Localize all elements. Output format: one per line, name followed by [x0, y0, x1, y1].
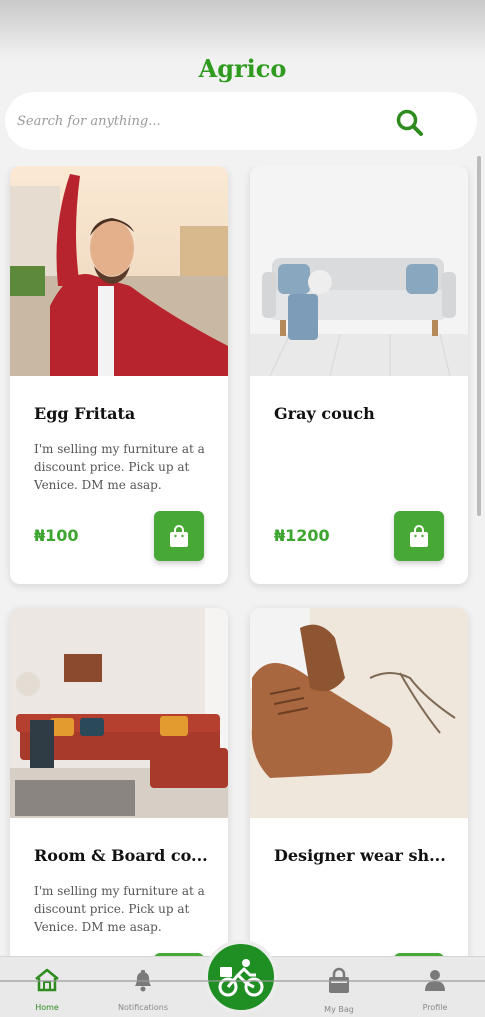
- search-icon[interactable]: [395, 108, 425, 138]
- nav-my-bag[interactable]: My Bag: [304, 961, 374, 1014]
- product-grid: Egg Fritata I'm selling my furniture at …: [0, 166, 485, 960]
- product-card[interactable]: Egg Fritata I'm selling my furniture at …: [10, 166, 228, 584]
- product-card[interactable]: Designer wear sh...: [250, 608, 468, 960]
- product-description: I'm selling my furniture at a discount p…: [34, 884, 205, 934]
- search-bar[interactable]: [5, 92, 477, 150]
- nav-home[interactable]: Home: [12, 961, 82, 1012]
- product-title: Room & Board co...: [34, 846, 208, 865]
- product-card[interactable]: Room & Board co... I'm selling my furnit…: [10, 608, 228, 960]
- status-bar-area: [0, 0, 485, 60]
- product-image: [10, 166, 228, 376]
- product-title: Egg Fritata: [34, 404, 136, 423]
- product-price: ₦100: [34, 526, 79, 545]
- product-card[interactable]: Gray couch ₦1200: [250, 166, 468, 584]
- product-price: ₦1200: [274, 526, 330, 545]
- delivery-fab-button[interactable]: [204, 940, 278, 1014]
- app-title: Agrico: [198, 54, 287, 83]
- product-description: I'm selling my furniture at a discount p…: [34, 442, 205, 492]
- nav-my-bag-label: My Bag: [324, 1005, 354, 1014]
- nav-notifications[interactable]: Notifications: [108, 961, 178, 1012]
- search-input[interactable]: [17, 113, 427, 129]
- product-image: [10, 608, 228, 818]
- shopping-bag-icon: [410, 525, 428, 547]
- nav-notifications-label: Notifications: [117, 1003, 169, 1012]
- product-title: Designer wear sh...: [274, 846, 446, 865]
- nav-profile-label: Profile: [422, 1003, 448, 1012]
- product-image: [250, 608, 468, 818]
- product-image: [250, 166, 468, 376]
- add-to-bag-button[interactable]: [154, 511, 204, 561]
- system-home-indicator: [0, 980, 485, 982]
- scrollbar[interactable]: [477, 156, 481, 516]
- nav-profile[interactable]: Profile: [400, 961, 470, 1012]
- add-to-bag-button[interactable]: [394, 511, 444, 561]
- product-title: Gray couch: [274, 404, 375, 423]
- nav-home-label: Home: [35, 1003, 59, 1012]
- shopping-bag-icon: [170, 525, 188, 547]
- bicycle-delivery-icon: [218, 959, 264, 997]
